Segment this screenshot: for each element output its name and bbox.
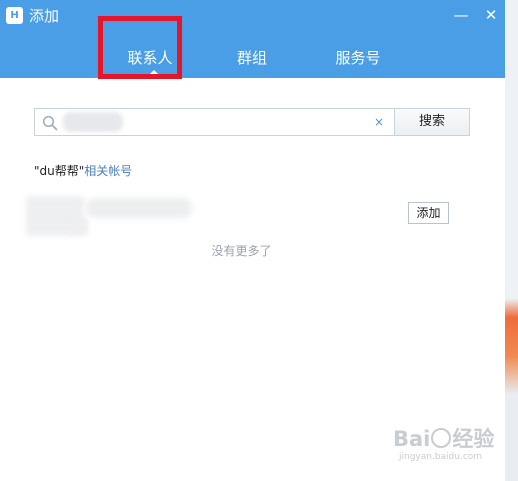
blurred-account-name xyxy=(86,198,192,218)
results-label: "du帮帮"相关帐号 xyxy=(34,161,132,181)
clear-search-icon[interactable]: × xyxy=(371,113,387,131)
blurred-account-detail xyxy=(70,218,88,234)
tab-contacts[interactable]: 联系人 xyxy=(119,45,181,71)
tab-groups[interactable]: 群组 xyxy=(228,45,276,71)
watermark-brand-left: Bai xyxy=(393,427,431,451)
watermark-domain: jingyan.baidu.com xyxy=(399,452,483,462)
search-button[interactable]: 搜索 xyxy=(395,108,470,136)
active-tab-indicator xyxy=(146,70,162,78)
minimize-button[interactable]: — xyxy=(450,4,472,26)
add-contact-button[interactable]: 添加 xyxy=(408,202,449,224)
paw-icon xyxy=(431,428,452,448)
results-keyword: "du帮帮" xyxy=(34,164,85,178)
background-window-edge xyxy=(505,0,518,481)
window-title: 添加 xyxy=(29,7,60,25)
no-more-results: 没有更多了 xyxy=(211,244,272,258)
close-button[interactable]: ✕ xyxy=(480,4,502,26)
blurred-search-text xyxy=(63,112,123,132)
watermark-brand-right: 经验 xyxy=(452,427,495,451)
results-label-suffix: 相关帐号 xyxy=(84,164,133,178)
window-header: H 添加 — ✕ 联系人 群组 服务号 xyxy=(0,0,505,78)
add-window: H 添加 — ✕ 联系人 群组 服务号 × 搜索 "du帮帮"相关帐号 添加 没… xyxy=(0,0,506,481)
tab-service-accounts[interactable]: 服务号 xyxy=(326,45,390,71)
search-icon xyxy=(42,115,58,131)
baidu-watermark: Bai 经验 jingyan.baidu.com xyxy=(393,427,494,463)
app-logo-icon: H xyxy=(6,7,23,24)
search-box: × xyxy=(34,108,395,136)
